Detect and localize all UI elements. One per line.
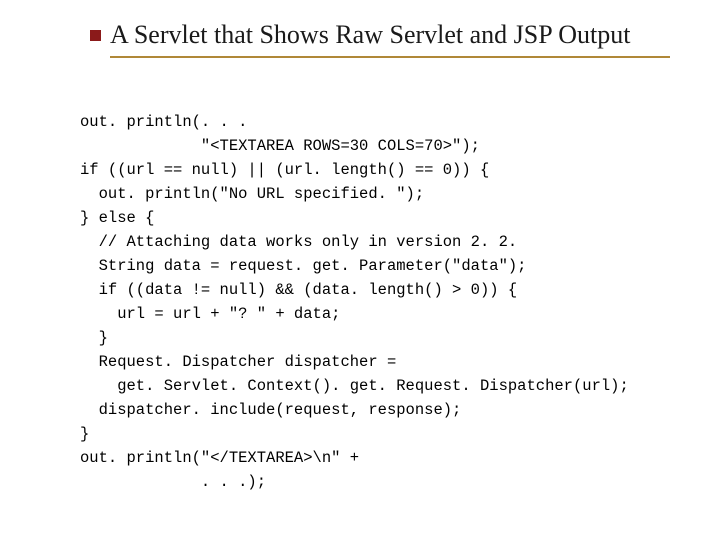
code-line: . . .); (80, 473, 266, 491)
code-line: "<TEXTAREA ROWS=30 COLS=70>"); (80, 137, 480, 155)
title-marker-icon (90, 30, 101, 41)
code-block: out. println(. . . "<TEXTAREA ROWS=30 CO… (80, 86, 670, 494)
code-line: } else { (80, 209, 154, 227)
code-line: get. Servlet. Context(). get. Request. D… (80, 377, 629, 395)
slide-title: A Servlet that Shows Raw Servlet and JSP… (110, 20, 670, 58)
code-line: if ((url == null) || (url. length() == 0… (80, 161, 489, 179)
code-line: } (80, 425, 89, 443)
code-line: url = url + "? " + data; (80, 305, 340, 323)
code-line: String data = request. get. Parameter("d… (80, 257, 526, 275)
code-line: } (80, 329, 108, 347)
code-line: Request. Dispatcher dispatcher = (80, 353, 396, 371)
code-line: dispatcher. include(request, response); (80, 401, 461, 419)
code-line: // Attaching data works only in version … (80, 233, 517, 251)
code-line: out. println("</TEXTAREA>\n" + (80, 449, 359, 467)
code-line: out. println(. . . (80, 113, 247, 131)
code-line: if ((data != null) && (data. length() > … (80, 281, 517, 299)
title-block: A Servlet that Shows Raw Servlet and JSP… (110, 20, 670, 58)
code-line: out. println("No URL specified. "); (80, 185, 424, 203)
